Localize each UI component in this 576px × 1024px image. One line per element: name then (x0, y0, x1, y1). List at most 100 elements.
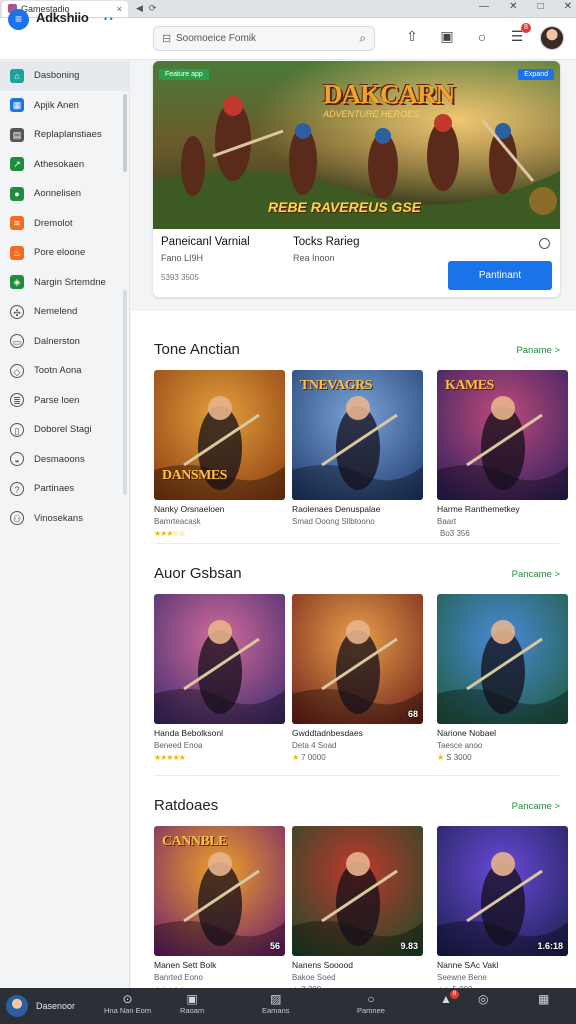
app-thumbnail[interactable]: TNEVAGRS (292, 370, 423, 500)
close-window-icon[interactable]: ✕ (509, 1, 517, 12)
tab-close-icon[interactable]: × (117, 4, 122, 14)
sidebar-item[interactable]: ⌂ Dasboning (0, 61, 129, 91)
section-see-more-link[interactable]: Pancame > (512, 801, 560, 812)
app-logo[interactable]: Adkshiio (36, 10, 89, 25)
shield-icon: ◇ (10, 363, 24, 378)
menu-icon[interactable]: ≡ (8, 9, 29, 30)
app-card[interactable]: Handa Bebolksonl Beneed Enoa ★★★★★ (154, 594, 285, 762)
sidebar-item-label: Parse loen (34, 394, 80, 406)
app-thumbnail[interactable]: CANNBLE 56 (154, 826, 285, 956)
app-thumbnail[interactable]: 68 (292, 594, 423, 724)
section-see-more-link[interactable]: Paname > (516, 345, 560, 356)
sidebar-item[interactable]: ? Partinaes (0, 474, 129, 504)
app-card[interactable]: TNEVAGRS Raolenaes Denuspalae Smad Ooong S… (292, 370, 423, 538)
close-icon[interactable]: ✕ (564, 1, 572, 12)
sidebar-item[interactable]: ● Aonnelisen (0, 179, 129, 209)
app-card[interactable]: 68 Gwddtadnbesdaes Deta 4 Soad ★ 7 0000 (292, 594, 423, 762)
sidebar-item[interactable]: ◈ Nargin Srtemdne (0, 268, 129, 298)
sidebar-scrollbar[interactable] (123, 94, 127, 172)
app-title[interactable]: Harme Ranthemetkey (437, 504, 568, 514)
sidebar-item[interactable]: ▭ Dalnerston (0, 327, 129, 357)
sidebar-item[interactable]: ≋ Dremolot (0, 209, 129, 239)
bag-icon: ◒ (10, 452, 24, 467)
app-title[interactable]: Nanne SAc Vakl (437, 960, 568, 970)
app-subtitle: Bamrteacask (154, 517, 201, 526)
app-title[interactable]: Manen Sett Bolk (154, 960, 285, 970)
app-card[interactable]: Narione Nobael Taesce anoo ★ S 3000 (437, 594, 568, 762)
circle-icon: ○ (367, 992, 375, 1006)
app-thumbnail[interactable]: KAMES (437, 370, 568, 500)
sidebar-item[interactable]: ▯ Doborel Stagi (0, 415, 129, 445)
sidebar: ⌂ Dasboning ▦ Apjik Anen ▤ Replaplanstiaes ↗ At… (0, 61, 130, 988)
sidebar-item-label: Desmaoons (34, 453, 85, 465)
expand-badge[interactable]: Expand (518, 69, 554, 80)
sidebar-item[interactable]: ◇ Tootn Aona (0, 356, 129, 386)
maximize-icon[interactable]: □ (538, 1, 544, 12)
taskbar-item-label: Eamans (262, 1006, 290, 1015)
app-thumbnail[interactable]: 1.6:18 (437, 826, 568, 956)
back-arrow-icon[interactable]: ◀ (136, 3, 143, 14)
minimize-icon[interactable]: — (479, 1, 489, 12)
sidebar-item[interactable]: ≣ Parse loen (0, 386, 129, 416)
list-icon[interactable]: ☰ 8 (509, 23, 531, 45)
section-see-more-link[interactable]: Pancame > (512, 569, 560, 580)
sidebar-item[interactable]: ♨ Pore eloone (0, 238, 129, 268)
app-thumbnail[interactable]: 9.83 (292, 826, 423, 956)
sidebar-item[interactable]: ↗ Athesokaen (0, 150, 129, 180)
bottom-taskbar: Dasenoor ⊙ Hna Nan Eom ▣ Raoam ▨ Eamans ○ Pamne… (0, 988, 576, 1024)
featured-install-button[interactable]: Pantinant (448, 261, 552, 290)
taskbar-item[interactable]: ▨ Eamans (262, 992, 290, 1015)
app-art-title: DANSMES (162, 468, 227, 483)
taskbar-item-label: Hna Nan Eom (104, 1006, 152, 1015)
circle-icon[interactable]: ○ (474, 29, 490, 45)
app-title[interactable]: Nanky Orsnaeloen (154, 504, 285, 514)
app-art-title: KAMES (445, 378, 494, 393)
taskbar-item[interactable]: ▣ Raoam (180, 992, 204, 1015)
avatar[interactable] (540, 26, 564, 50)
app-title[interactable]: Raolenaes Denuspalae (292, 504, 423, 514)
sidebar-item[interactable]: ▤ Replaplanstiaes (0, 120, 129, 150)
sidebar-scrollbar-track[interactable] (123, 290, 127, 495)
sidebar-item-label: Dasboning (34, 70, 80, 82)
featured-banner-text: REBE RAVEREUS GSE (268, 199, 421, 215)
featured-game-tagline: ADVENTURE HEROES (323, 109, 420, 119)
app-title[interactable]: Gwddtadnbesdaes (292, 728, 423, 738)
list-icon: ≣ (10, 393, 24, 408)
taskbar-item[interactable]: ▦ (538, 992, 549, 1006)
sidebar-item[interactable]: ⚇ Vinosekans (0, 504, 129, 534)
sidebar-item[interactable]: ◒ Desmaoons (0, 445, 129, 475)
featured-select-radio[interactable] (539, 238, 550, 249)
circle-icon: ● (10, 186, 24, 201)
user-label[interactable]: Dasenoor (36, 1001, 75, 1011)
app-title[interactable]: Nanens Sooood (292, 960, 423, 970)
search-input[interactable]: ⊟ Soomoeice Fomik ⌕ (153, 26, 375, 51)
app-thumbnail-badge: 9.83 (400, 941, 418, 951)
app-subtitle: Smad Ooong Sllbtoono (292, 517, 375, 526)
rating-text: 7 0000 (301, 753, 326, 762)
app-thumbnail[interactable] (154, 594, 285, 724)
featured-app-name[interactable]: Paneicanl Varnial (161, 236, 250, 248)
app-title[interactable]: Handa Bebolksonl (154, 728, 285, 738)
app-card[interactable]: DANSMES Nanky Orsnaeloen Bamrteacask ★★★☆☆ (154, 370, 285, 538)
sidebar-item[interactable]: ✣ Nemelend (0, 297, 129, 327)
sidebar-item[interactable]: ▦ Apjik Anen (0, 91, 129, 121)
taskbar-item[interactable]: ◎ (478, 992, 488, 1006)
app-card[interactable]: CANNBLE56Manen Sett BolkBanrted Eono★★★★… (154, 826, 285, 988)
app-card[interactable]: KAMES Harme Ranthemetkey Baart Bo3 356 (437, 370, 568, 538)
picture-icon: ▨ (270, 992, 282, 1006)
taskbar-item[interactable]: ⊙ Hna Nan Eom (104, 992, 151, 1015)
taskbar-item[interactable]: ▲ 8 (440, 990, 459, 1006)
app-thumbnail[interactable]: DANSMES (154, 370, 285, 500)
bag-icon[interactable]: ▣ (439, 28, 455, 45)
search-icon[interactable]: ⌕ (359, 31, 366, 46)
thumbs-up-icon[interactable]: ⇧ (404, 28, 420, 45)
taskbar-item[interactable]: ○ Pamnee (357, 992, 385, 1015)
app-thumbnail[interactable] (437, 594, 568, 724)
featured-card[interactable]: Feature app Expand DAKCARN ADVENTURE HER… (153, 61, 560, 297)
rss-icon: ≋ (10, 216, 24, 231)
user-avatar[interactable] (6, 995, 28, 1017)
reload-icon[interactable]: ⟳ (149, 3, 157, 14)
app-title[interactable]: Narione Nobael (437, 728, 568, 738)
app-card[interactable]: 1.6:18Nanne SAc VaklSeewne Bene★★5.300 (437, 826, 568, 988)
app-card[interactable]: 9.83Nanens SoooodBakoe Soed★3 200 (292, 826, 423, 988)
